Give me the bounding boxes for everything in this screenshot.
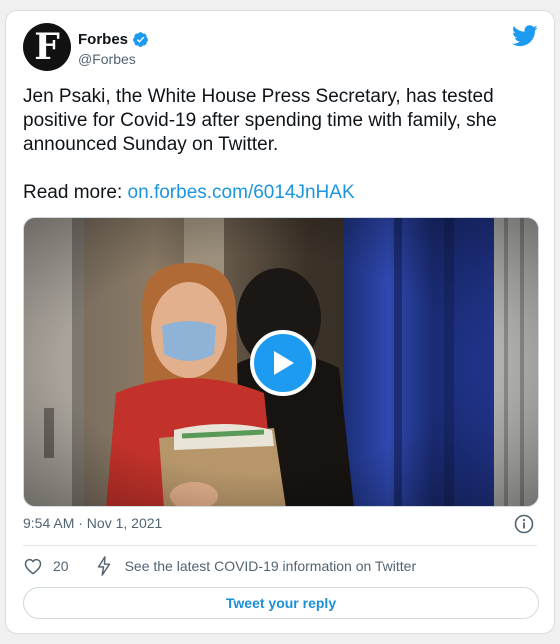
heart-icon[interactable] [23, 556, 43, 576]
play-button[interactable] [250, 330, 316, 396]
tweet-text: Jen Psaki, the White House Press Secreta… [23, 85, 543, 157]
lightning-icon [97, 556, 110, 576]
info-icon[interactable] [514, 514, 534, 534]
read-more-row: Read more: on.forbes.com/6014JnHAK [23, 181, 355, 205]
article-link[interactable]: on.forbes.com/6014JnHAK [128, 182, 355, 203]
play-icon [274, 351, 294, 375]
read-more-label: Read more: [23, 182, 128, 203]
video-thumbnail[interactable] [23, 217, 539, 507]
avatar-logo: F [34, 26, 60, 68]
tweet-text-line: positive for Covid-19 after spending tim… [23, 110, 497, 131]
tweet-text-line: announced Sunday on Twitter. [23, 134, 279, 155]
tweet-reply-button[interactable]: Tweet your reply [23, 587, 539, 619]
tweet-card: F Forbes @Forbes Jen Psaki, the White Ho… [5, 10, 555, 634]
account-handle[interactable]: @Forbes [78, 51, 136, 67]
twitter-bird-icon[interactable] [512, 25, 538, 47]
timestamp[interactable]: 9:54 AM · Nov 1, 2021 [23, 515, 162, 531]
verified-icon [133, 32, 148, 47]
covid-info-link[interactable]: See the latest COVID-19 information on T… [125, 558, 417, 574]
avatar[interactable]: F [23, 23, 71, 71]
divider [23, 545, 537, 546]
account-name[interactable]: Forbes [78, 31, 128, 48]
like-count[interactable]: 20 [53, 558, 69, 574]
action-bar: 20 See the latest COVID-19 information o… [23, 556, 416, 576]
account-name-row[interactable]: Forbes [78, 31, 149, 48]
tweet-text-line: Jen Psaki, the White House Press Secreta… [23, 86, 494, 107]
